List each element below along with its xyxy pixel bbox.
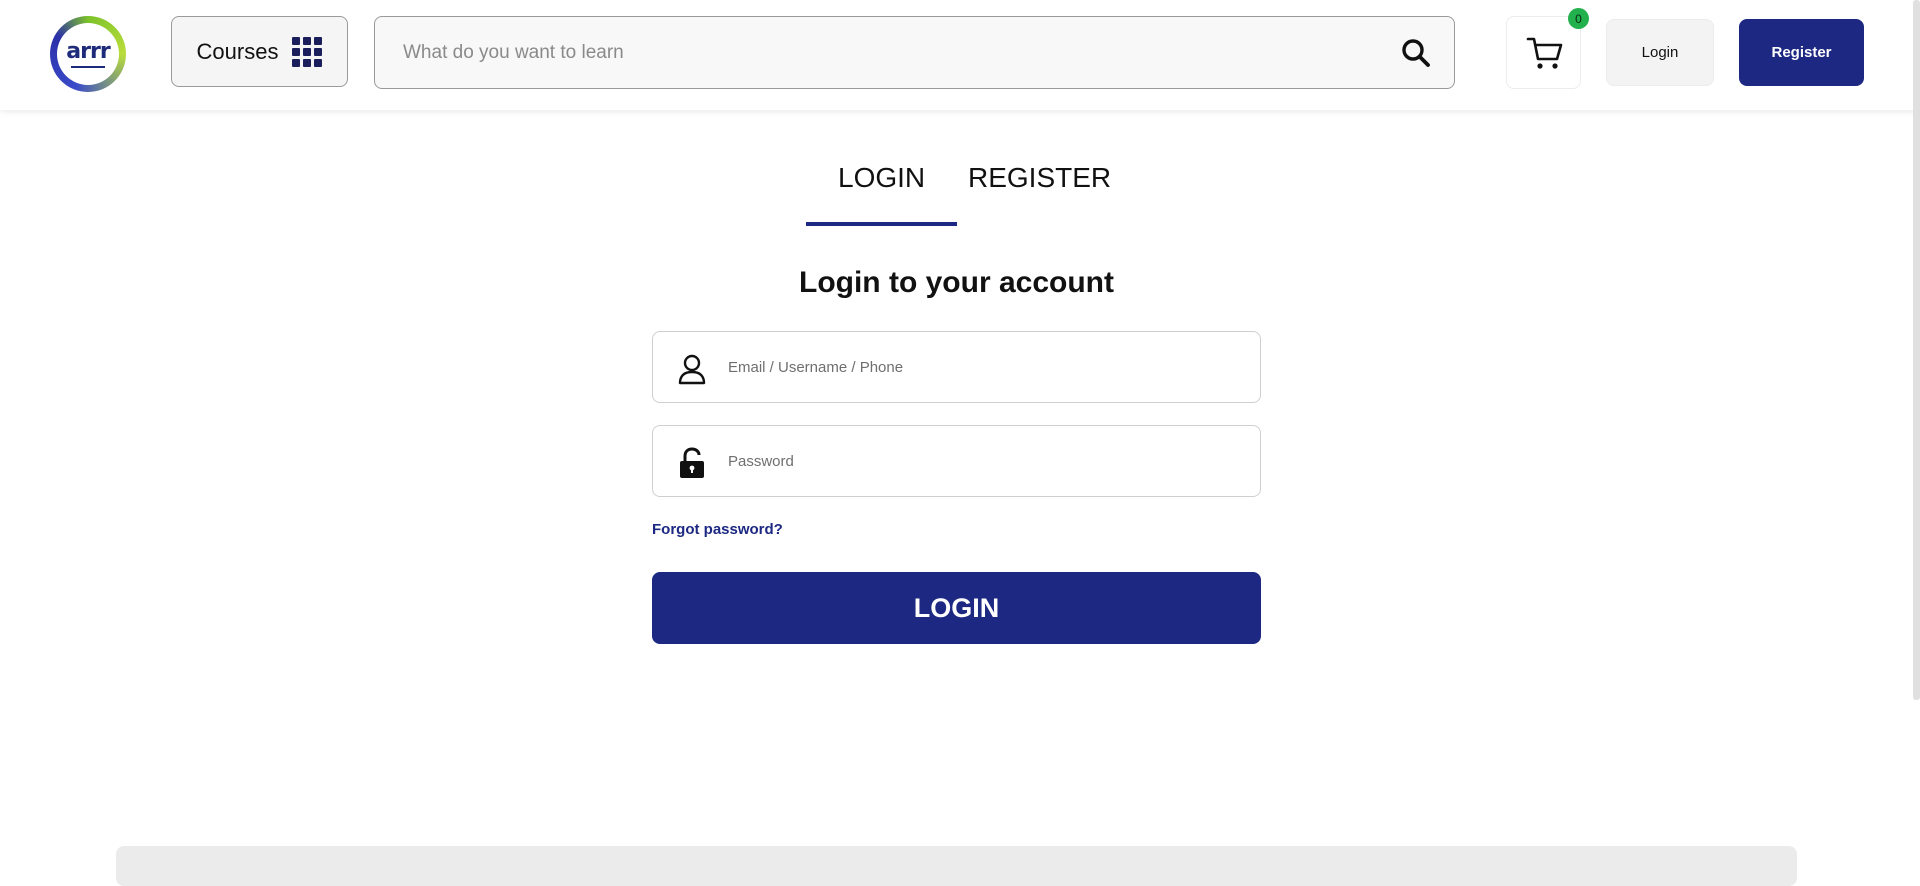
cart-icon	[1526, 37, 1563, 69]
logo-wordmark: arrr	[66, 38, 110, 64]
password-field	[652, 425, 1261, 497]
brand-logo[interactable]: arrr	[50, 16, 126, 92]
cart-count-badge: 0	[1568, 8, 1589, 29]
courses-label: Courses	[196, 38, 279, 64]
courses-menu-button[interactable]: Courses	[171, 16, 348, 87]
tab-login[interactable]: LOGIN	[838, 162, 925, 194]
forgot-password-link[interactable]: Forgot password?	[652, 521, 783, 538]
grid-icon	[292, 36, 323, 67]
header-register-button[interactable]: Register	[1739, 19, 1864, 86]
search-icon[interactable]	[1400, 37, 1432, 69]
footer-section	[116, 846, 1797, 886]
brand-logo-inner: arrr	[57, 23, 119, 85]
email-field	[652, 331, 1261, 403]
site-header: arrr Courses 0 Login Register	[0, 0, 1918, 110]
email-input[interactable]	[728, 332, 1238, 402]
cart-button[interactable]	[1506, 16, 1581, 89]
search-input[interactable]	[403, 17, 1363, 88]
unlock-icon	[680, 447, 704, 478]
header-login-button[interactable]: Login	[1606, 19, 1714, 86]
tab-register[interactable]: REGISTER	[968, 162, 1111, 194]
page-scrollbar[interactable]	[1913, 0, 1920, 700]
login-submit-button[interactable]: LOGIN	[652, 572, 1261, 644]
password-input[interactable]	[728, 426, 1238, 496]
search-bar	[374, 16, 1455, 89]
user-icon	[678, 354, 706, 385]
active-tab-indicator	[806, 222, 957, 226]
logo-tagline-line	[71, 65, 105, 68]
login-form-title: Login to your account	[799, 266, 1114, 299]
